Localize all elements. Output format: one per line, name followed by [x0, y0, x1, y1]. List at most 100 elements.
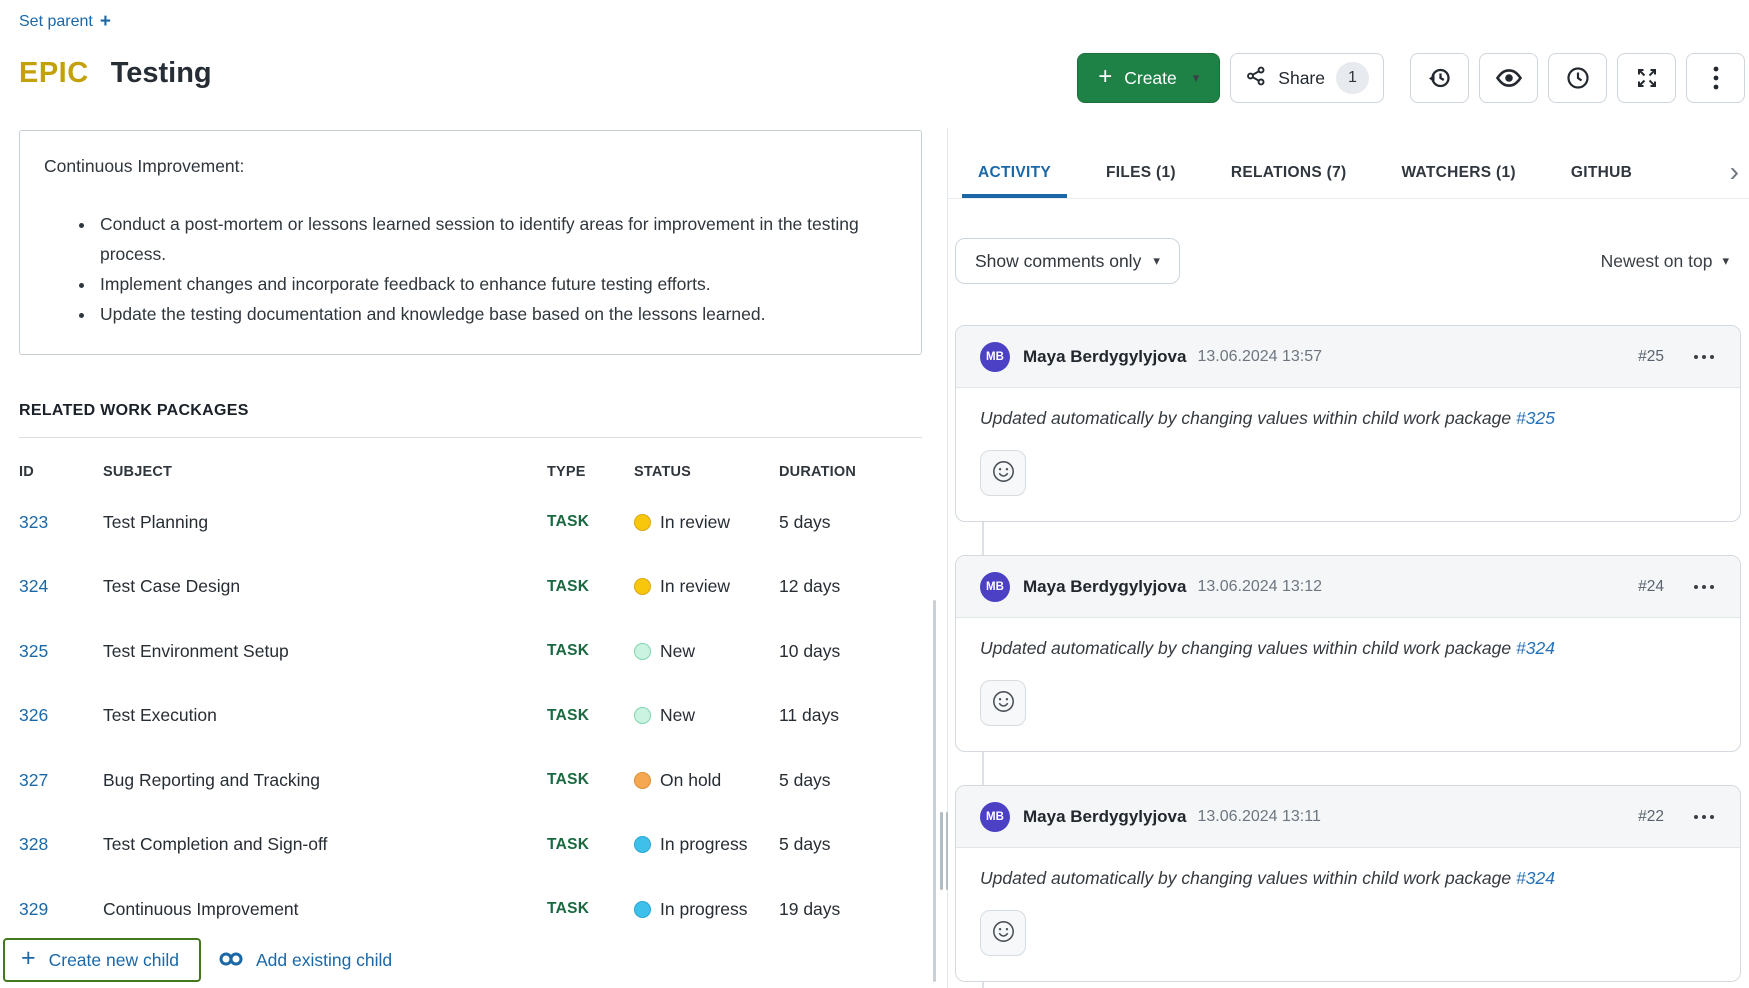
share-button-label: Share	[1278, 68, 1325, 89]
work-package-subject[interactable]: Test Planning	[103, 512, 547, 533]
tab-activity[interactable]: ACTIVITY	[962, 148, 1067, 198]
sort-order-dropdown[interactable]: Newest on top ▾	[1601, 251, 1729, 272]
column-header-subject: SUBJECT	[103, 464, 547, 480]
table-row[interactable]: 326 Test Execution TASK New 11 days	[19, 684, 922, 749]
plus-icon: +	[1098, 65, 1112, 89]
table-row[interactable]: 324 Test Case Design TASK In review 12 d…	[19, 555, 922, 620]
table-row[interactable]: 325 Test Environment Setup TASK New 10 d…	[19, 619, 922, 684]
avatar[interactable]: MB	[980, 572, 1010, 602]
avatar[interactable]: MB	[980, 802, 1010, 832]
work-package-subject[interactable]: Continuous Improvement	[103, 899, 547, 920]
table-row[interactable]: 329 Continuous Improvement TASK In progr…	[19, 877, 922, 942]
comment-menu-icon[interactable]	[1692, 354, 1716, 360]
column-header-status: STATUS	[634, 464, 779, 480]
page-title[interactable]: Testing	[111, 57, 212, 90]
comment-header: MB Maya Berdygylyjova 13.06.2024 13:12 #…	[956, 556, 1740, 618]
activity-history-button[interactable]	[1410, 53, 1469, 103]
chevron-down-icon: ▾	[1153, 253, 1160, 269]
status-dot-icon	[634, 901, 651, 918]
work-package-page: Set parent + EPIC Testing + Create ▾ Sha…	[0, 0, 1749, 988]
comment-card: MB Maya Berdygylyjova 13.06.2024 13:11 #…	[955, 785, 1741, 982]
avatar[interactable]: MB	[980, 342, 1010, 372]
create-button[interactable]: + Create ▾	[1077, 53, 1220, 103]
more-options-button[interactable]	[1686, 53, 1745, 103]
work-package-id-link[interactable]: 324	[19, 576, 103, 597]
work-package-id-link[interactable]: 327	[19, 770, 103, 791]
time-log-button[interactable]	[1548, 53, 1607, 103]
comments-filter-dropdown[interactable]: Show comments only ▾	[955, 238, 1180, 284]
tab-watchers[interactable]: WATCHERS (1)	[1385, 148, 1531, 198]
tabs-overflow-chevron-icon[interactable]: ›	[1730, 154, 1739, 190]
history-clock-icon	[1426, 65, 1453, 92]
comment-author[interactable]: Maya Berdygylyjova	[1023, 577, 1186, 597]
work-package-subject[interactable]: Test Case Design	[103, 576, 547, 597]
work-package-id-link[interactable]: 325	[19, 641, 103, 662]
status-label: In progress	[660, 899, 748, 920]
comment-author[interactable]: Maya Berdygylyjova	[1023, 807, 1186, 827]
work-package-subject[interactable]: Bug Reporting and Tracking	[103, 770, 547, 791]
related-work-packages-table: ID SUBJECT TYPE STATUS DURATION 323 Test…	[19, 454, 922, 942]
add-existing-child-button[interactable]: Add existing child	[217, 950, 392, 971]
status-label: In progress	[660, 834, 748, 855]
comment-number[interactable]: #25	[1638, 348, 1664, 366]
work-package-duration: 11 days	[779, 705, 922, 726]
work-package-type: TASK	[547, 707, 634, 725]
tab-files[interactable]: FILES (1)	[1090, 148, 1192, 198]
work-package-link[interactable]: #324	[1516, 638, 1555, 658]
work-package-type: TASK	[547, 578, 634, 596]
work-package-subject[interactable]: Test Environment Setup	[103, 641, 547, 662]
fullscreen-button[interactable]	[1617, 53, 1676, 103]
work-package-id-link[interactable]: 323	[19, 512, 103, 533]
work-package-id-link[interactable]: 329	[19, 899, 103, 920]
comment-body: Updated automatically by changing values…	[956, 388, 1740, 496]
tab-relations[interactable]: RELATIONS (7)	[1215, 148, 1363, 198]
comment-text: Updated automatically by changing values…	[980, 408, 1716, 429]
set-parent-label: Set parent	[19, 13, 93, 31]
work-package-link[interactable]: #325	[1516, 408, 1555, 428]
add-reaction-button[interactable]	[980, 910, 1026, 956]
status-dot-icon	[634, 707, 651, 724]
comment-card: MB Maya Berdygylyjova 13.06.2024 13:57 #…	[955, 325, 1741, 522]
column-header-type: TYPE	[547, 464, 634, 480]
add-reaction-button[interactable]	[980, 450, 1026, 496]
comment-number[interactable]: #24	[1638, 578, 1664, 596]
table-row[interactable]: 328 Test Completion and Sign-off TASK In…	[19, 813, 922, 878]
comment-number[interactable]: #22	[1638, 808, 1664, 826]
status-dot-icon	[634, 643, 651, 660]
watch-button[interactable]	[1479, 53, 1538, 103]
create-new-child-button[interactable]: + Create new child	[3, 938, 201, 982]
comment-author[interactable]: Maya Berdygylyjova	[1023, 347, 1186, 367]
clock-icon	[1565, 65, 1591, 91]
work-package-status: In progress	[634, 899, 779, 920]
table-row[interactable]: 327 Bug Reporting and Tracking TASK On h…	[19, 748, 922, 813]
comment-body: Updated automatically by changing values…	[956, 848, 1740, 956]
activity-controls: Show comments only ▾ Newest on top ▾	[955, 238, 1741, 284]
add-reaction-button[interactable]	[980, 680, 1026, 726]
work-package-type: TASK	[547, 642, 634, 660]
work-package-link[interactable]: #324	[1516, 868, 1555, 888]
table-row[interactable]: 323 Test Planning TASK In review 5 days	[19, 490, 922, 555]
share-button[interactable]: Share 1	[1230, 53, 1384, 103]
plus-icon: +	[21, 946, 36, 971]
work-package-id-link[interactable]: 328	[19, 834, 103, 855]
scrollbar[interactable]	[933, 600, 936, 982]
activity-feed: MB Maya Berdygylyjova 13.06.2024 13:57 #…	[955, 325, 1741, 982]
column-header-duration: DURATION	[779, 464, 922, 480]
create-new-child-label: Create new child	[49, 950, 179, 971]
description-bullet: Update the testing documentation and kno…	[96, 299, 897, 329]
description-field[interactable]: Continuous Improvement: Conduct a post-m…	[19, 130, 922, 355]
work-package-subject[interactable]: Test Completion and Sign-off	[103, 834, 547, 855]
kebab-menu-icon	[1713, 66, 1719, 90]
work-package-id-link[interactable]: 326	[19, 705, 103, 726]
child-actions: + Create new child Add existing child	[3, 938, 392, 982]
work-package-duration: 19 days	[779, 899, 922, 920]
tab-github[interactable]: GITHUB	[1555, 148, 1648, 198]
comment-menu-icon[interactable]	[1692, 584, 1716, 590]
work-package-subject[interactable]: Test Execution	[103, 705, 547, 726]
work-package-duration: 5 days	[779, 834, 922, 855]
set-parent-link[interactable]: Set parent +	[19, 12, 111, 31]
work-package-status: New	[634, 705, 779, 726]
work-package-type[interactable]: EPIC	[19, 57, 89, 90]
comment-menu-icon[interactable]	[1692, 814, 1716, 820]
panel-resize-handle[interactable]	[940, 812, 948, 890]
